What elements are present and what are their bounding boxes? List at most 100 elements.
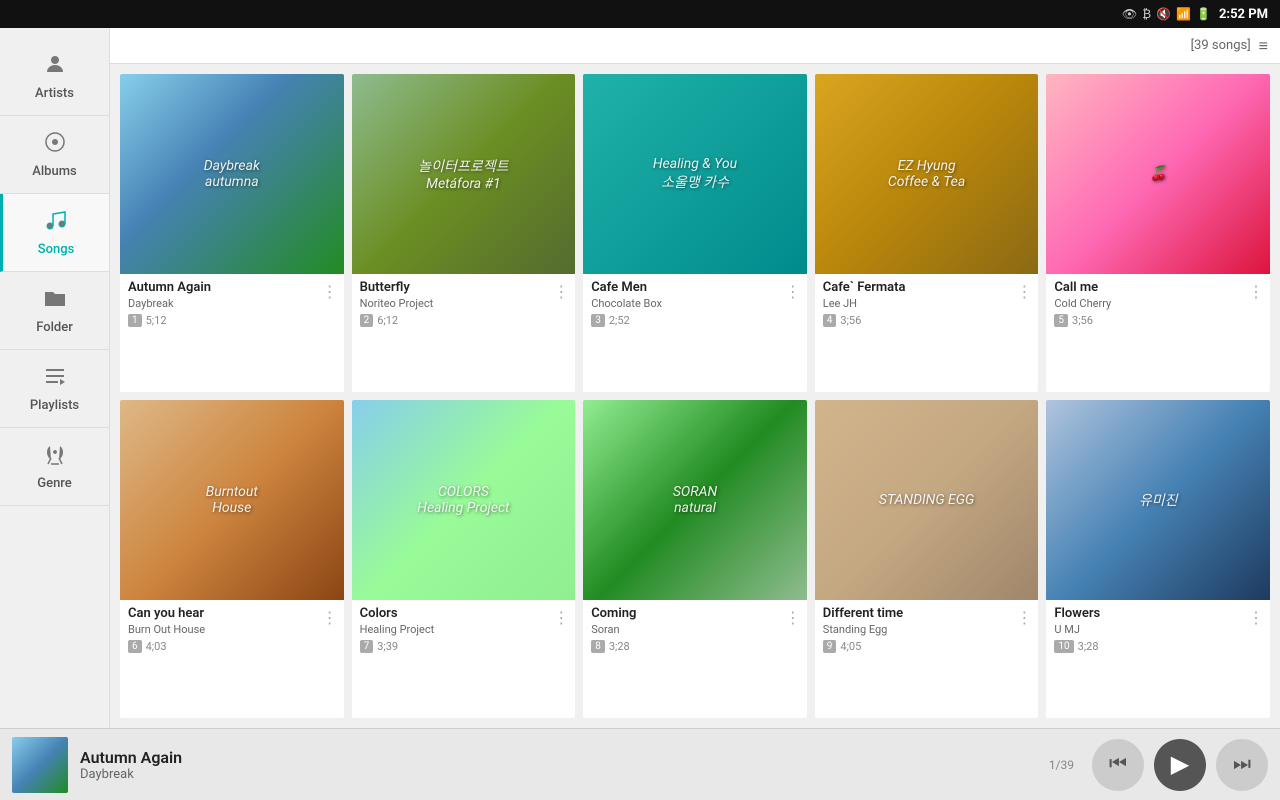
- track-number-6: 6: [128, 640, 142, 653]
- duration-9: 4;05: [840, 640, 861, 653]
- sidebar-item-artists[interactable]: Artists: [0, 38, 109, 116]
- duration-7: 3;39: [377, 640, 398, 653]
- album-title-3: Cafe Men: [591, 280, 799, 295]
- album-artist-10: U MJ: [1054, 623, 1262, 636]
- more-button-10[interactable]: ⋮: [1248, 608, 1264, 627]
- album-title-7: Colors: [360, 606, 568, 621]
- sidebar-item-songs[interactable]: Songs: [0, 194, 109, 272]
- album-artist-1: Daybreak: [128, 297, 336, 310]
- album-art-6: Burntout House: [120, 400, 344, 600]
- more-button-5[interactable]: ⋮: [1248, 282, 1264, 301]
- playlists-icon: [43, 364, 67, 394]
- more-button-4[interactable]: ⋮: [1016, 282, 1032, 301]
- track-number-1: 1: [128, 314, 142, 327]
- list-view-icon[interactable]: ≡: [1259, 36, 1268, 56]
- album-art-4: EZ Hyung Coffee & Tea: [815, 74, 1039, 274]
- album-art-3: Healing & You 소울맹 카수: [583, 74, 807, 274]
- album-card-6[interactable]: Burntout House⋮Can you hearBurn Out Hous…: [120, 400, 344, 718]
- albums-icon: [43, 130, 67, 160]
- album-card-4[interactable]: EZ Hyung Coffee & Tea⋮Cafe` FermataLee J…: [815, 74, 1039, 392]
- sidebar-item-genre[interactable]: Genre: [0, 428, 109, 506]
- sidebar-label-playlists: Playlists: [30, 398, 79, 413]
- duration-3: 2;52: [609, 314, 630, 327]
- more-button-1[interactable]: ⋮: [322, 282, 338, 301]
- track-number-10: 10: [1054, 640, 1073, 653]
- duration-4: 3;56: [840, 314, 861, 327]
- duration-2: 6;12: [377, 314, 398, 327]
- album-art-1: Daybreak autumna: [120, 74, 344, 274]
- album-card-3[interactable]: Healing & You 소울맹 카수 ⋮Cafe Men Chocolate B…: [583, 74, 807, 392]
- track-number-3: 3: [591, 314, 605, 327]
- album-title-1: Autumn Again: [128, 280, 336, 295]
- album-card-7[interactable]: COLORS Healing Project ⋮Colors Healing Pro…: [352, 400, 576, 718]
- album-artist-3: Chocolate Box: [591, 297, 799, 310]
- album-art-10: 유미진: [1046, 400, 1270, 600]
- prev-button[interactable]: ⏮: [1092, 739, 1144, 791]
- album-card-5[interactable]: 🍒 ⋮Call me Cold Cherry 5 3;56: [1046, 74, 1270, 392]
- album-art-8: SORAN natural: [583, 400, 807, 600]
- album-card-9[interactable]: STANDING EGG⋮Different timeStanding Egg9…: [815, 400, 1039, 718]
- play-button[interactable]: ▶: [1154, 739, 1206, 791]
- bluetooth-icon: ₿: [1142, 7, 1151, 21]
- duration-1: 5;12: [146, 314, 167, 327]
- album-art-7: COLORS Healing Project: [352, 400, 576, 600]
- more-button-8[interactable]: ⋮: [785, 608, 801, 627]
- sidebar-item-folder[interactable]: Folder: [0, 272, 109, 350]
- songs-count: [39 songs]: [1191, 38, 1251, 53]
- album-artist-9: Standing Egg: [823, 623, 1031, 636]
- album-card-10[interactable]: 유미진 ⋮Flowers U MJ 10 3;28: [1046, 400, 1270, 718]
- sidebar-item-playlists[interactable]: Playlists: [0, 350, 109, 428]
- duration-10: 3;28: [1078, 640, 1099, 653]
- album-artist-5: Cold Cherry: [1054, 297, 1262, 310]
- folder-icon: [43, 286, 67, 316]
- content-area: [39 songs] ≡ Daybreak autumna⋮Autumn Aga…: [110, 28, 1280, 728]
- album-card-2[interactable]: 놀이터프로젝트 Metáfora #1⋮ButterflyNoriteo Pro…: [352, 74, 576, 392]
- sidebar-label-albums: Albums: [32, 164, 76, 179]
- sidebar-label-genre: Genre: [37, 476, 72, 491]
- track-number-7: 7: [360, 640, 374, 653]
- album-artist-8: Soran: [591, 623, 799, 636]
- more-button-9[interactable]: ⋮: [1016, 608, 1032, 627]
- genre-icon: [43, 442, 67, 472]
- mute-icon: 🔇: [1156, 7, 1171, 21]
- player-info: Autumn Again Daybreak: [80, 748, 1037, 782]
- album-artist-4: Lee JH: [823, 297, 1031, 310]
- album-title-9: Different time: [823, 606, 1031, 621]
- top-bar: [39 songs] ≡: [110, 28, 1280, 64]
- more-button-3[interactable]: ⋮: [785, 282, 801, 301]
- album-art-5: 🍒: [1046, 74, 1270, 274]
- track-number-8: 8: [591, 640, 605, 653]
- album-title-10: Flowers: [1054, 606, 1262, 621]
- album-card-8[interactable]: SORAN natural ⋮Coming Soran 8 3;28: [583, 400, 807, 718]
- next-button[interactable]: ⏭: [1216, 739, 1268, 791]
- player-controls: 1/39 ⏮ ▶ ⏭: [1049, 739, 1268, 791]
- duration-8: 3;28: [609, 640, 630, 653]
- player-progress: 1/39: [1049, 758, 1074, 772]
- album-title-5: Call me: [1054, 280, 1262, 295]
- album-title-2: Butterfly: [360, 280, 568, 295]
- more-button-7[interactable]: ⋮: [553, 608, 569, 627]
- player-thumbnail: [12, 737, 68, 793]
- clock: 2:52 PM: [1219, 7, 1268, 22]
- album-title-8: Coming: [591, 606, 799, 621]
- eye-icon: 👁: [1122, 7, 1137, 21]
- more-button-6[interactable]: ⋮: [322, 608, 338, 627]
- player-artist: Daybreak: [80, 767, 1037, 782]
- sidebar-label-artists: Artists: [35, 86, 74, 101]
- album-card-1[interactable]: Daybreak autumna ⋮Autumn Again Daybreak 1 5;…: [120, 74, 344, 392]
- duration-5: 3;56: [1072, 314, 1093, 327]
- album-artist-7: Healing Project: [360, 623, 568, 636]
- album-artist-2: Noriteo Project: [360, 297, 568, 310]
- album-art-9: STANDING EGG: [815, 400, 1039, 600]
- track-number-5: 5: [1054, 314, 1068, 327]
- track-number-4: 4: [823, 314, 837, 327]
- sidebar-label-songs: Songs: [38, 242, 75, 257]
- status-icons: 👁 ₿ 🔇 📶 🔋: [1122, 7, 1211, 21]
- main-container: Artists Albums Songs Folder Playlists Genre […: [0, 28, 1280, 728]
- more-button-2[interactable]: ⋮: [553, 282, 569, 301]
- sidebar-item-albums[interactable]: Albums: [0, 116, 109, 194]
- player-bar: Autumn Again Daybreak 1/39 ⏮ ▶ ⏭: [0, 728, 1280, 800]
- track-number-2: 2: [360, 314, 374, 327]
- album-artist-6: Burn Out House: [128, 623, 336, 636]
- sidebar: Artists Albums Songs Folder Playlists Genre: [0, 28, 110, 728]
